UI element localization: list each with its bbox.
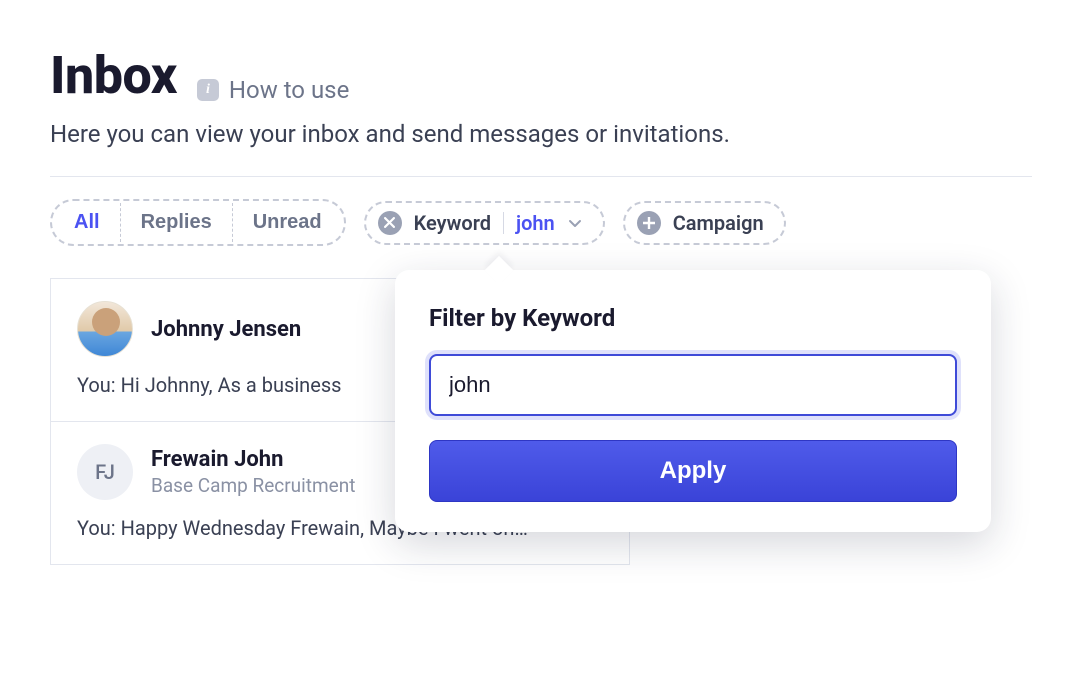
filter-row: All Replies Unread Keyword john Campaign: [50, 199, 1032, 246]
info-icon: i: [197, 79, 219, 101]
page-subtitle: Here you can view your inbox and send me…: [50, 120, 1032, 148]
how-to-use-label: How to use: [229, 76, 349, 104]
page-title: Inbox: [50, 50, 177, 102]
avatar: [77, 301, 133, 357]
filter-tab-replies[interactable]: Replies: [121, 203, 233, 242]
chevron-down-icon: [567, 215, 583, 231]
avatar: FJ: [77, 444, 133, 500]
keyword-filter-popover: Filter by Keyword Apply: [395, 270, 991, 532]
message-name: Johnny Jensen: [151, 317, 301, 342]
plus-icon: [637, 211, 661, 235]
how-to-use-link[interactable]: i How to use: [197, 76, 349, 104]
message-name: Frewain John: [151, 447, 355, 472]
keyword-pill-label: Keyword: [414, 211, 491, 235]
apply-button[interactable]: Apply: [429, 440, 957, 502]
filter-tab-unread[interactable]: Unread: [233, 203, 342, 242]
popover-title: Filter by Keyword: [429, 304, 957, 332]
clear-icon[interactable]: [378, 211, 402, 235]
filter-tab-all[interactable]: All: [54, 203, 121, 242]
keyword-pill-value: john: [516, 211, 555, 235]
divider: [50, 176, 1032, 177]
campaign-filter-pill[interactable]: Campaign: [623, 201, 786, 245]
keyword-filter-pill[interactable]: Keyword john: [364, 201, 605, 245]
message-subtitle: Base Camp Recruitment: [151, 474, 355, 497]
keyword-input[interactable]: [429, 354, 957, 416]
pill-separator: [503, 212, 504, 234]
filter-segment-group: All Replies Unread: [50, 199, 346, 246]
campaign-pill-label: Campaign: [673, 211, 764, 235]
